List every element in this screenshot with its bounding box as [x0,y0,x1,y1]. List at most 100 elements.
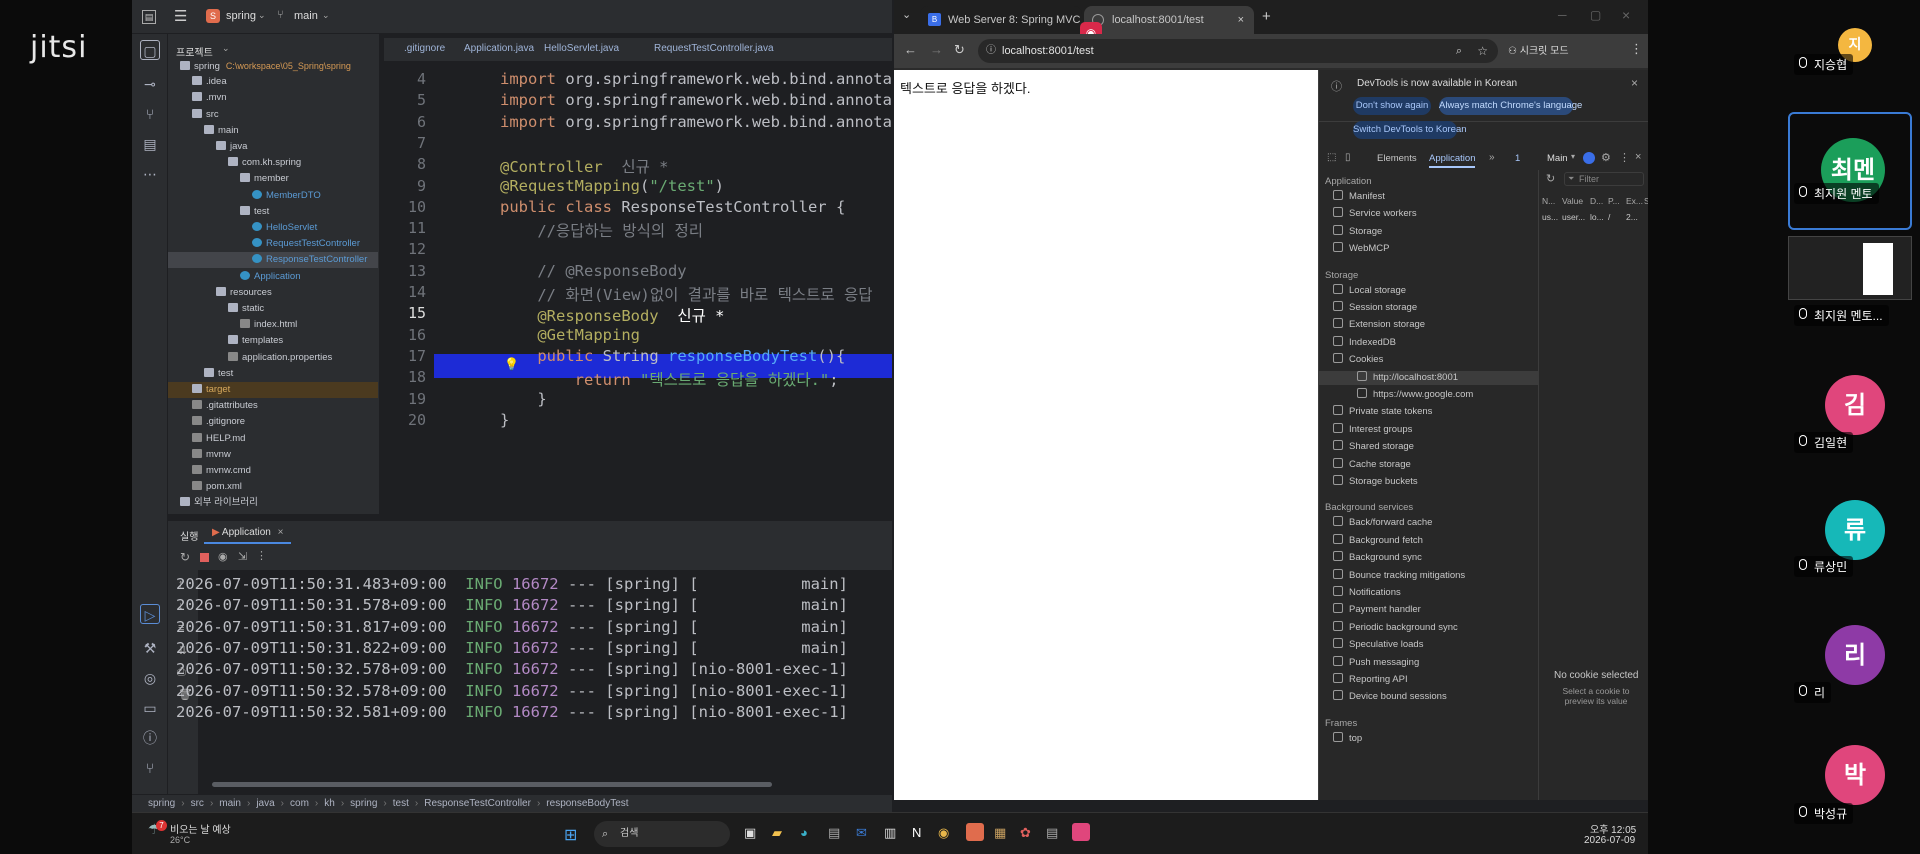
devtools-item[interactable]: Extension storage [1319,318,1538,332]
tab-application[interactable]: Application [1429,153,1476,168]
close-tab-icon[interactable]: × [278,527,284,538]
editor-tab[interactable]: .gitignore [404,43,445,54]
breadcrumb-item[interactable]: kh [324,798,335,809]
settings-gear-icon[interactable]: ⚙ [1601,151,1611,164]
breadcrumb-item[interactable]: src [191,798,204,809]
devtools-item[interactable]: Payment handler [1319,603,1538,617]
tree-item[interactable]: com.kh.spring [168,155,378,171]
breadcrumb-item[interactable]: com [290,798,309,809]
breadcrumb-item[interactable]: ResponseTestController [424,798,531,809]
column-header[interactable]: D... [1590,194,1603,208]
jitsi-app-icon[interactable] [966,823,984,841]
tree-item[interactable]: test [168,204,378,220]
breadcrumb-item[interactable]: spring [350,798,377,809]
devtools-item[interactable]: Private state tokens [1319,405,1538,419]
tab-search-icon[interactable]: ⌄ [902,8,911,21]
tree-item[interactable]: MemberDTO [168,188,378,204]
tree-item[interactable]: target [168,382,378,398]
notion-icon[interactable]: N [912,825,921,840]
tree-item[interactable]: templates [168,333,378,349]
more-icon[interactable]: ⋯ [140,164,160,184]
services-icon[interactable]: ◎ [140,668,160,688]
bookmark-star-icon[interactable]: ☆ [1477,39,1488,63]
devtools-item[interactable]: Interest groups [1319,422,1538,437]
tree-item[interactable]: .gitignore [168,414,378,430]
devtools-item[interactable]: Cookies [1319,353,1538,367]
devtools-item[interactable]: Speculative loads [1319,638,1538,652]
tree-item[interactable]: static [168,301,378,317]
filter-input[interactable]: ⏷ Filter [1564,172,1644,186]
devtools-item[interactable]: Device bound sessions [1319,690,1538,704]
tree-item[interactable]: resources [168,285,378,301]
devtools-item[interactable]: Service workers [1319,207,1538,221]
breadcrumb-item[interactable]: main [219,798,241,809]
chrome-icon[interactable]: ◉ [938,825,949,841]
menu-kebab-icon[interactable]: ⋮ [1630,41,1643,57]
folder-icon[interactable]: ▥ [884,825,896,841]
console-scrollbar[interactable] [212,782,772,787]
close-banner-icon[interactable]: × [1631,76,1638,90]
breadcrumb-item[interactable]: test [393,798,409,809]
terminal-icon[interactable]: ▭ [140,698,160,718]
devtools-item[interactable]: Local storage [1319,283,1538,298]
devtools-item[interactable]: Manifest [1319,190,1538,204]
commit-icon[interactable]: ⊸ [140,74,160,94]
devtools-item[interactable]: Session storage [1319,301,1538,315]
devtools-item[interactable]: Cache storage [1319,457,1538,472]
new-tab-icon[interactable]: + [1262,8,1271,25]
tree-item[interactable]: mvnw [168,447,378,463]
more-tabs-icon[interactable]: » [1489,152,1495,163]
devtools-item[interactable]: Back/forward cache [1319,516,1538,530]
refresh-icon[interactable]: ↻ [1546,172,1555,185]
problems-icon[interactable]: ⓘ [140,728,160,748]
incognito-indicator[interactable]: ⚇ 시크릿 모드 [1508,42,1569,57]
tree-item[interactable]: test [168,366,378,382]
tree-item[interactable]: 외부 라이브러리 [168,495,378,511]
taskview-icon[interactable]: ▣ [744,825,756,841]
pull-request-icon[interactable]: ⑂ [140,104,160,124]
reload-icon[interactable]: ↻ [954,42,965,58]
ai-icon[interactable] [1583,152,1595,164]
branch-selector[interactable]: main [294,10,318,22]
explorer-icon[interactable]: ▰ [772,825,782,841]
column-header[interactable]: Ex... [1626,194,1643,208]
build-icon[interactable]: ⚒ [140,638,160,658]
close-devtools-icon[interactable]: × [1635,151,1641,163]
app-icon[interactable]: ✿ [1020,825,1031,841]
devtools-item[interactable]: IndexedDB [1319,335,1538,350]
devtools-item[interactable]: Shared storage [1319,440,1538,454]
store-icon[interactable]: ▤ [828,825,840,841]
stop-icon[interactable] [200,553,209,562]
cookie-cell[interactable]: us... [1542,210,1558,224]
export-icon[interactable]: ⇲ [238,550,247,563]
git-icon[interactable]: ⑂ [140,758,160,778]
tree-item[interactable]: HELP.md [168,431,378,447]
tree-item[interactable]: .idea [168,74,378,90]
clock-time[interactable]: 오후 12:05 [1590,821,1636,836]
inspect-icon[interactable]: ⬚ [1327,152,1336,163]
editor-tab[interactable]: RequestTestController.java [654,43,774,54]
hamburger-menu-icon[interactable]: ☰ [174,7,187,25]
address-bar[interactable]: ⓘ localhost:8001/test ⌕ ☆ [978,39,1498,63]
device-icon[interactable]: ▯ [1345,152,1351,163]
tree-item[interactable]: .gitattributes [168,398,378,414]
devtools-item[interactable]: Periodic background sync [1319,620,1538,635]
editor-tab[interactable]: HelloServlet.java [544,43,619,54]
dont-show-again-button[interactable]: Don't show again [1353,97,1431,115]
tree-item[interactable]: spring C:\workspace\05_Spring\spring [168,58,378,74]
tree-item[interactable]: src [168,107,378,123]
devtools-item[interactable]: http://localhost:8001 [1319,370,1538,385]
minimize-icon[interactable]: ─ [1558,8,1567,22]
maximize-icon[interactable]: ▢ [1590,8,1601,22]
close-tab-icon[interactable]: × [1238,6,1244,34]
zoom-icon[interactable]: ⌕ [1456,39,1462,63]
devtools-item[interactable]: WebMCP [1319,242,1538,256]
tree-item[interactable]: HelloServlet [168,220,378,236]
tree-item[interactable]: member [168,171,378,187]
devtools-item[interactable]: Bounce tracking mitigations [1319,568,1538,583]
cookie-cell[interactable]: lo... [1590,210,1604,224]
switch-korean-button[interactable]: Switch DevTools to Korean [1353,121,1467,139]
cookie-cell[interactable]: user... [1562,210,1585,224]
cookie-cell[interactable]: / [1608,210,1610,224]
breadcrumb-item[interactable]: spring [148,798,175,809]
